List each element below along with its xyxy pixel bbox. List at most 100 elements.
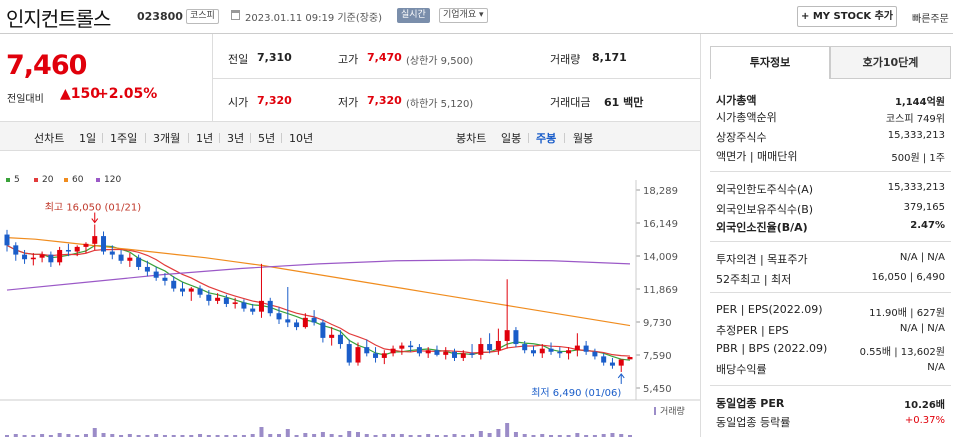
volume-value: 8,171 xyxy=(592,51,627,64)
candle-body xyxy=(206,294,212,301)
stock-name: 인지컨트롤스 xyxy=(6,7,111,31)
invest-row-value: 10.26배 xyxy=(904,400,945,411)
candle-body xyxy=(539,348,545,354)
candle-body xyxy=(627,357,633,360)
volume-bar xyxy=(496,429,501,437)
period-1y[interactable]: 1년 xyxy=(196,130,213,146)
open-value: 7,320 xyxy=(257,94,292,107)
candle-body xyxy=(574,345,580,351)
change-value: ▲150 xyxy=(60,86,100,102)
moving-averages xyxy=(6,237,631,361)
candle-body xyxy=(329,334,335,338)
candle-body xyxy=(302,317,308,328)
period-10y[interactable]: 10년 xyxy=(289,130,313,146)
company-overview-dropdown[interactable]: 기업개요 ▾ xyxy=(439,8,488,23)
calendar-icon xyxy=(231,10,240,20)
invest-row-label: 투자의견 | 목표주가 xyxy=(716,253,808,266)
invest-row-label: 시가총액순위 xyxy=(716,111,777,124)
invest-row-label: 52주최고 | 최저 xyxy=(716,273,792,286)
candle-body xyxy=(425,350,431,354)
period-3m[interactable]: 3개월 xyxy=(153,130,180,146)
candle-body xyxy=(48,254,54,263)
candle-body xyxy=(592,351,598,357)
volume-bars: 거래량 xyxy=(5,405,685,437)
candle-body xyxy=(548,348,554,352)
candle-daily[interactable]: 일봉 xyxy=(501,130,521,146)
candle-body xyxy=(22,254,28,260)
price-chart[interactable]: 최고 16,050 (01/21) 최저 6,490 (01/06) 18,289… xyxy=(0,180,700,437)
candle-weekly[interactable]: 주봉 xyxy=(536,130,556,146)
candle-body xyxy=(478,344,484,355)
quick-order-link[interactable]: 빠른주문 xyxy=(912,10,949,25)
volume-bar xyxy=(259,427,264,437)
candle-body xyxy=(179,288,185,292)
candle-body xyxy=(504,330,510,341)
tab-invest-info[interactable]: 투자정보 xyxy=(710,46,830,79)
candle-body xyxy=(65,249,71,252)
invest-row-value: 379,165 xyxy=(903,202,945,213)
header-divider xyxy=(0,33,953,34)
candle-body xyxy=(241,302,247,309)
invest-row-label: PER | EPS(2022.09) xyxy=(716,303,823,316)
candle-body xyxy=(355,347,361,363)
period-3y[interactable]: 3년 xyxy=(227,130,244,146)
amount-value: 61 백만 xyxy=(604,96,644,109)
candle-body xyxy=(171,280,177,289)
invest-row-label: 액면가 | 매매단위 xyxy=(716,150,798,163)
invest-row-value: N/A xyxy=(927,362,945,373)
candle-body xyxy=(153,271,159,278)
period-1d[interactable]: 1일 xyxy=(79,130,96,146)
period-1w[interactable]: 1주일 xyxy=(110,130,137,146)
candle-body xyxy=(13,245,19,255)
candle-body xyxy=(30,257,36,260)
add-mystock-button[interactable]: + MY STOCK 추가 xyxy=(797,6,897,27)
divider xyxy=(710,385,951,386)
candle-monthly[interactable]: 월봉 xyxy=(573,130,593,146)
candle-body xyxy=(381,353,387,358)
high-label: 고가 xyxy=(338,53,359,66)
volume-bar xyxy=(347,431,352,437)
invest-row-value: 500원 | 1주 xyxy=(891,153,945,164)
invest-row-label: 동일업종 PER xyxy=(716,397,785,410)
candle-body xyxy=(522,344,528,351)
divider xyxy=(710,292,951,293)
candle-body xyxy=(83,243,89,247)
invest-row-label: 외국인한도주식수(A) xyxy=(716,183,814,196)
candle-body xyxy=(162,277,168,281)
tab-order-book[interactable]: 호가10단계 xyxy=(830,46,951,79)
y-tick-label: 9,730 xyxy=(643,318,672,329)
invest-row-label: 상장주식수 xyxy=(716,131,767,144)
divider xyxy=(188,133,189,143)
candle-body xyxy=(337,334,343,345)
low-value: 7,320 xyxy=(367,94,402,107)
volume-bar xyxy=(355,432,360,437)
divider xyxy=(281,133,282,143)
candle-body xyxy=(390,348,396,354)
invest-row-label: 배당수익률 xyxy=(716,363,767,376)
candle-body xyxy=(320,322,326,338)
candle-body xyxy=(399,345,405,349)
candle-body xyxy=(258,300,264,312)
low-annotation: 최저 6,490 (01/06) xyxy=(531,387,621,399)
divider xyxy=(212,78,700,79)
prev-close-label: 전일 xyxy=(228,53,249,66)
realtime-badge[interactable]: 실시간 xyxy=(397,8,430,23)
y-tick-label: 16,149 xyxy=(643,219,678,230)
candle-body xyxy=(583,345,589,352)
candle-body xyxy=(250,308,256,312)
invest-row-label: 외국인보유주식수(B) xyxy=(716,203,814,216)
amount-label: 거래대금 xyxy=(550,96,591,109)
invest-row-label: 동일업종 등락률 xyxy=(716,416,791,429)
volume-bar xyxy=(101,433,106,437)
divider xyxy=(710,241,951,242)
candle-body xyxy=(74,246,80,252)
candle-body xyxy=(285,319,291,323)
candle-body xyxy=(276,313,282,320)
candle-body xyxy=(144,266,150,272)
divider xyxy=(145,133,146,143)
candle-body xyxy=(311,317,317,323)
period-5y[interactable]: 5년 xyxy=(258,130,275,146)
market-tag: 코스피 xyxy=(186,9,219,24)
invest-row-value: 11.90배 | 627원 xyxy=(869,308,945,319)
ma-60-line xyxy=(6,237,631,327)
